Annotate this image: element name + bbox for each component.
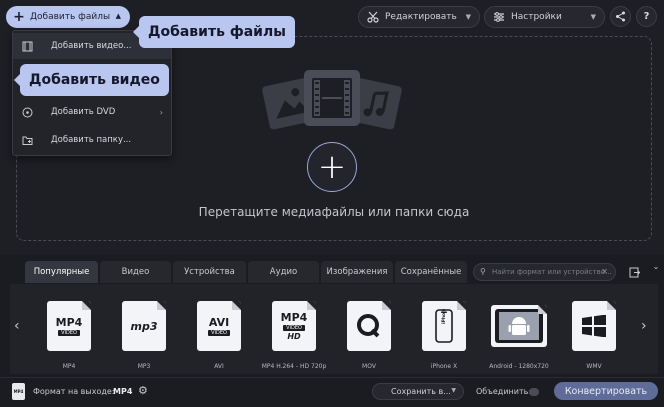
merge-label: Объединить:: [476, 387, 532, 396]
save-to-dropdown[interactable]: Сохранить в... ▼: [372, 383, 464, 400]
chevron-down-icon: ▼: [465, 13, 471, 21]
callout-add-video: Добавить видео: [14, 64, 169, 96]
scissors-icon: [367, 11, 379, 23]
search-placeholder: Найти формат или устройство...: [492, 268, 612, 276]
chevron-down-icon: ▼: [451, 387, 456, 394]
help-icon: ?: [643, 11, 650, 22]
quicktime-icon: [347, 301, 391, 351]
format-caption: WMV: [586, 363, 602, 370]
format-tile-mp3[interactable]: mp3 MP3: [110, 297, 178, 375]
plus-icon: +: [317, 147, 347, 187]
chevron-left-icon[interactable]: ‹: [14, 318, 20, 334]
menu-item-label: Добавить DVD: [51, 107, 116, 117]
format-tile-iphone[interactable]: iPhone iPhone X: [410, 297, 478, 375]
chevron-down-icon: ▼: [590, 13, 596, 21]
tab-saved[interactable]: Сохранённые: [395, 261, 467, 283]
share-button[interactable]: [610, 6, 631, 27]
format-tile-avi[interactable]: AVI VIDEO AVI: [185, 297, 253, 375]
tab-video[interactable]: Видео: [100, 261, 171, 283]
menu-item-label: Добавить папку...: [51, 135, 132, 145]
chevron-right-icon[interactable]: ›: [641, 318, 647, 334]
convert-button[interactable]: Конвертировать: [554, 382, 658, 400]
sliders-icon: [494, 12, 504, 22]
video-icon: [21, 40, 33, 52]
settings-button[interactable]: Настройки ▼: [484, 6, 605, 28]
format-tile-mp4-hd[interactable]: MP4 VIDEO HD MP4 H.264 - HD 720p: [260, 297, 328, 375]
svg-text:iPhone: iPhone: [441, 309, 447, 324]
help-button[interactable]: ?: [636, 6, 657, 27]
output-format-label: Формат на выходе:: [33, 387, 115, 396]
windows-icon: [572, 301, 616, 351]
clear-icon[interactable]: ✕: [601, 267, 608, 276]
media-files-icon: [262, 70, 402, 130]
tab-images[interactable]: Изображения: [321, 261, 393, 283]
callout-add-files: Добавить файлы: [133, 16, 295, 48]
format-tile-mp4[interactable]: MP4 VIDEO MP4: [35, 297, 103, 375]
export-format-button[interactable]: [626, 264, 642, 280]
settings-label: Настройки: [511, 12, 562, 22]
save-to-label: Сохранить в...: [391, 387, 451, 396]
add-files-label: Добавить файлы: [30, 12, 111, 22]
share-icon: [616, 11, 625, 22]
format-tile-android[interactable]: Android - 1280x720: [485, 297, 553, 375]
menu-item-add-dvd[interactable]: Добавить DVD ›: [13, 99, 171, 125]
add-media-button[interactable]: +: [307, 142, 357, 192]
plus-icon: +: [13, 9, 25, 25]
collapse-button[interactable]: ⌄: [648, 258, 664, 274]
chevron-down-icon: ⌄: [652, 261, 660, 271]
add-files-button[interactable]: + Добавить файлы ▲: [6, 6, 130, 28]
search-icon: ⚲: [480, 267, 486, 276]
output-format-value: MP4: [113, 387, 133, 396]
drop-hint: Перетащите медиафайлы или папки сюда: [198, 205, 470, 219]
iphone-icon: iPhone: [422, 301, 466, 351]
edit-label: Редактировать: [385, 12, 457, 22]
chevron-right-icon: ›: [159, 107, 163, 117]
tab-devices[interactable]: Устройства: [173, 261, 246, 283]
menu-item-add-folder[interactable]: Добавить папку...: [13, 127, 171, 153]
tab-popular[interactable]: Популярные: [25, 261, 98, 283]
folder-icon: [21, 134, 33, 146]
merge-toggle[interactable]: [529, 388, 539, 396]
menu-item-label: Добавить видео...: [51, 41, 132, 51]
avi-icon: AVI VIDEO: [197, 301, 241, 351]
chevron-up-icon: ▲: [115, 12, 121, 20]
format-tile-wmv[interactable]: WMV: [560, 297, 628, 375]
format-search-input[interactable]: ⚲ Найти формат или устройство... ✕: [473, 263, 616, 281]
android-icon: [491, 305, 547, 347]
gear-icon[interactable]: ⚙: [138, 384, 148, 397]
dvd-icon: [21, 106, 33, 118]
edit-button[interactable]: Редактировать ▼: [358, 6, 480, 28]
format-tile-mov[interactable]: MOV: [335, 297, 403, 375]
tab-audio[interactable]: Аудио: [248, 261, 319, 283]
export-icon: [629, 267, 640, 277]
output-format-icon[interactable]: MP4: [12, 383, 25, 400]
mp3-icon: mp3: [122, 301, 166, 351]
mp4-hd-icon: MP4 VIDEO HD: [272, 301, 316, 351]
mp4-icon: MP4 VIDEO: [47, 301, 91, 351]
